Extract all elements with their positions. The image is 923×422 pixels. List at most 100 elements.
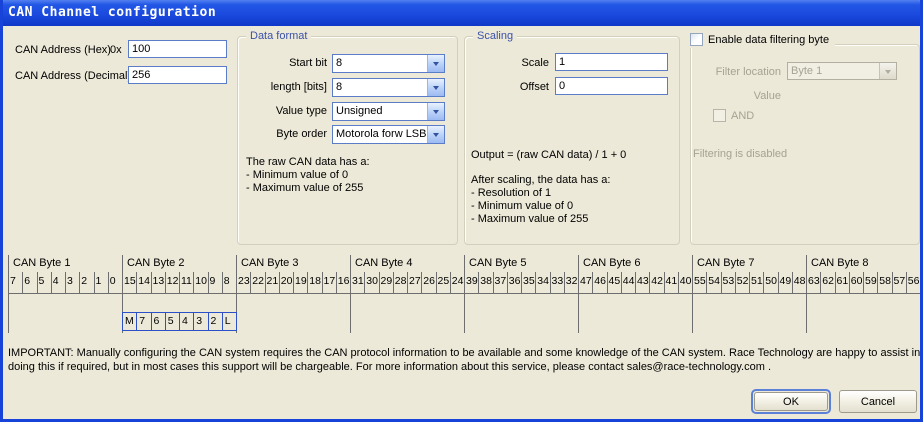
bit-cell[interactable]: 18 <box>307 272 321 293</box>
bit-cell[interactable]: 37 <box>493 272 507 293</box>
bit-cell[interactable]: 39 <box>464 272 478 293</box>
bit-cell[interactable]: 51 <box>749 272 763 293</box>
bit-cell[interactable]: 48 <box>792 272 806 293</box>
bit-cell[interactable]: 29 <box>379 272 393 293</box>
enable-filtering-checkbox[interactable] <box>690 33 703 46</box>
chevron-down-icon[interactable] <box>427 103 444 120</box>
bit-cell[interactable]: 57 <box>892 272 906 293</box>
bit-cell[interactable]: 4 <box>51 272 65 293</box>
bit-cell[interactable]: 30 <box>364 272 378 293</box>
bit-cell[interactable]: 34 <box>535 272 549 293</box>
bit-cell[interactable]: 60 <box>849 272 863 293</box>
bit-cell[interactable]: 24 <box>450 272 464 293</box>
bit-cell[interactable]: 23 <box>236 272 250 293</box>
bit-cell[interactable]: 19 <box>293 272 307 293</box>
bit-cell[interactable]: 41 <box>664 272 678 293</box>
bit-cell[interactable]: 54 <box>706 272 720 293</box>
enable-filtering-label: Enable data filtering byte <box>708 34 829 46</box>
start-bit-select[interactable]: 8 <box>332 54 445 73</box>
byte-lower-cell <box>350 294 464 333</box>
bit-cell[interactable]: 40 <box>678 272 692 293</box>
ok-button[interactable]: OK <box>754 392 828 411</box>
data-format-group: Data format Start bit 8 length [bits] 8 … <box>237 36 458 245</box>
bit-cell[interactable]: 32 <box>564 272 578 293</box>
bit-cell[interactable]: 35 <box>521 272 535 293</box>
bit-cell[interactable]: 11 <box>179 272 193 293</box>
chevron-down-icon[interactable] <box>427 55 444 72</box>
can-address-decimal-label: CAN Address (Decimal) <box>15 70 131 82</box>
byte-lower-cell <box>578 294 692 333</box>
bit-cell[interactable]: 17 <box>322 272 336 293</box>
bit-cell[interactable]: 27 <box>407 272 421 293</box>
length-bits-label: length [bits] <box>238 81 327 93</box>
selected-bit-cell: 4 <box>179 313 193 330</box>
bit-cell[interactable]: 43 <box>635 272 649 293</box>
bit-cell[interactable]: 7 <box>8 272 22 293</box>
bit-cell[interactable]: 33 <box>550 272 564 293</box>
ok-button-focus-ring: OK <box>751 389 831 414</box>
bit-cell[interactable]: 3 <box>65 272 79 293</box>
bit-cell[interactable]: 0 <box>108 272 122 293</box>
byte-lower-cell <box>236 294 350 333</box>
chevron-down-icon[interactable] <box>427 126 444 143</box>
bit-cell[interactable]: 10 <box>193 272 207 293</box>
scaled-info-line1: After scaling, the data has a: <box>471 174 610 186</box>
bit-cell[interactable]: 62 <box>820 272 834 293</box>
byte-header: CAN Byte 2 <box>122 255 236 272</box>
byte-order-label: Byte order <box>238 128 327 140</box>
scaled-info-line3: - Minimum value of 0 <box>471 200 573 212</box>
bit-cell[interactable]: 46 <box>592 272 606 293</box>
value-type-select[interactable]: Unsigned <box>332 102 445 121</box>
bit-cell[interactable]: 58 <box>877 272 891 293</box>
chevron-down-icon[interactable] <box>427 79 444 96</box>
bit-cell[interactable]: 36 <box>507 272 521 293</box>
bit-cell[interactable]: 25 <box>436 272 450 293</box>
offset-input[interactable] <box>555 77 668 95</box>
bit-cell[interactable]: 50 <box>763 272 777 293</box>
bit-cell[interactable]: 47 <box>578 272 592 293</box>
bit-cell[interactable]: 52 <box>735 272 749 293</box>
bit-cell[interactable]: 53 <box>721 272 735 293</box>
filter-location-select: Byte 1 <box>787 62 897 80</box>
bit-cell[interactable]: 1 <box>94 272 108 293</box>
bit-cell[interactable]: 21 <box>265 272 279 293</box>
can-channel-configuration-dialog: CAN Channel configuration CAN Address (H… <box>0 0 923 422</box>
bit-cell[interactable]: 9 <box>208 272 222 293</box>
bit-cell[interactable]: 42 <box>649 272 663 293</box>
byte-lower-cell <box>464 294 578 333</box>
bit-cell[interactable]: 59 <box>863 272 877 293</box>
bit-cell[interactable]: 14 <box>136 272 150 293</box>
bit-cell[interactable]: 5 <box>37 272 51 293</box>
byte-header: CAN Byte 8 <box>806 255 920 272</box>
bit-cell[interactable]: 55 <box>692 272 706 293</box>
can-address-hex-input[interactable] <box>128 40 227 58</box>
can-address-decimal-input[interactable] <box>128 66 227 84</box>
bit-cell[interactable]: 26 <box>421 272 435 293</box>
bit-cell[interactable]: 8 <box>222 272 236 293</box>
bit-cell[interactable]: 20 <box>279 272 293 293</box>
scale-input[interactable] <box>555 53 668 71</box>
byte-header: CAN Byte 1 <box>8 255 122 272</box>
length-bits-select[interactable]: 8 <box>332 78 445 97</box>
bit-cell[interactable]: 63 <box>806 272 820 293</box>
bit-cell[interactable]: 6 <box>22 272 36 293</box>
bit-cell[interactable]: 13 <box>151 272 165 293</box>
bit-cell[interactable]: 49 <box>778 272 792 293</box>
window-title: CAN Channel configuration <box>0 0 923 26</box>
bit-cell[interactable]: 16 <box>336 272 350 293</box>
bit-cell[interactable]: 22 <box>250 272 264 293</box>
bit-cell[interactable]: 2 <box>79 272 93 293</box>
bit-cell[interactable]: 45 <box>607 272 621 293</box>
bit-cell[interactable]: 38 <box>478 272 492 293</box>
bit-cell[interactable]: 15 <box>122 272 136 293</box>
byte-header: CAN Byte 7 <box>692 255 806 272</box>
cancel-button[interactable]: Cancel <box>839 390 917 413</box>
bit-cell[interactable]: 28 <box>393 272 407 293</box>
byte-order-select[interactable]: Motorola forw LSB <box>332 125 445 144</box>
bit-cell[interactable]: 56 <box>906 272 920 293</box>
bit-cell[interactable]: 61 <box>835 272 849 293</box>
title-bar[interactable]: CAN Channel configuration <box>0 0 923 26</box>
bit-cell[interactable]: 31 <box>350 272 364 293</box>
bit-cell[interactable]: 12 <box>165 272 179 293</box>
bit-cell[interactable]: 44 <box>621 272 635 293</box>
